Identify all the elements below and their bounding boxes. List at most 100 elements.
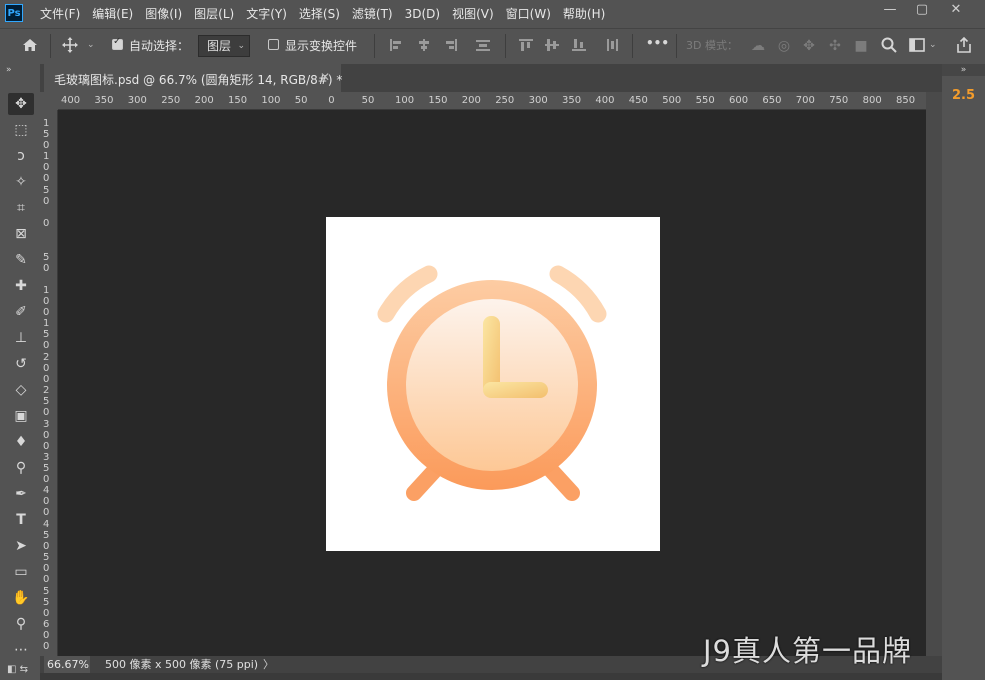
horizontal-scrollbar[interactable] — [40, 673, 942, 680]
pen-tool-icon[interactable]: ✒ — [8, 483, 34, 505]
ruler-top-label: 450 — [628, 95, 648, 106]
distribute-vertical-icon[interactable] — [476, 39, 490, 51]
ruler-top-label: 700 — [795, 95, 815, 106]
maximize-button[interactable]: ▢ — [906, 0, 938, 22]
menu-type[interactable]: 文字(Y) — [240, 0, 293, 28]
ruler-top-label: 500 — [662, 95, 682, 106]
menu-image[interactable]: 图像(I) — [139, 0, 188, 28]
ruler-top-label: 200 — [461, 95, 481, 106]
zoom-level-field[interactable]: 66.67% — [44, 656, 90, 673]
auto-select-target-select[interactable]: 图层 ⌄ — [198, 35, 250, 57]
menu-3d[interactable]: 3D(D) — [399, 0, 446, 28]
menu-select[interactable]: 选择(S) — [293, 0, 346, 28]
align-right-icon[interactable] — [443, 39, 457, 51]
show-transform-label: 显示变换控件 — [285, 39, 358, 53]
close-window-button[interactable]: ✕ — [940, 0, 972, 22]
right-bell — [549, 265, 607, 323]
horizontal-ruler: 400 350 300 250 200 150 100 50 0 50 100 150 200 250 30… — [58, 92, 926, 110]
more-options-icon[interactable]: ••• — [646, 36, 669, 50]
ruler-left-label: 50 — [43, 184, 50, 207]
photoshop-logo-icon: Ps — [5, 4, 23, 22]
stamp-tool-icon[interactable]: ⊥ — [8, 327, 34, 349]
divider — [632, 34, 633, 58]
align-center-vertical-icon[interactable] — [545, 39, 559, 51]
menu-file[interactable]: 文件(F) — [34, 0, 86, 28]
eraser-tool-icon[interactable]: ◇ — [8, 379, 34, 401]
status-menu-arrow-icon[interactable]: 〉 — [263, 656, 274, 673]
ruler-top-label: 400 — [595, 95, 615, 106]
divider — [505, 34, 506, 58]
hand-tool-icon[interactable]: ✋ — [8, 587, 34, 609]
menu-edit[interactable]: 编辑(E) — [86, 0, 139, 28]
healing-brush-tool-icon[interactable]: ✚ — [8, 275, 34, 297]
document-canvas[interactable] — [326, 217, 660, 551]
frame-tool-icon[interactable]: ⊠ — [8, 223, 34, 245]
align-top-icon[interactable] — [519, 39, 533, 51]
menu-items: 文件(F) 编辑(E) 图像(I) 图层(L) 文字(Y) 选择(S) 滤镜(T… — [34, 0, 611, 28]
ruler-corner — [40, 92, 58, 110]
ruler-left-label: 0 — [43, 218, 50, 230]
ruler-left-label: 600 — [43, 619, 50, 652]
dodge-tool-icon[interactable]: ⚲ — [8, 457, 34, 479]
document-tab-title: 毛玻璃图标.psd @ 66.7% (圆角矩形 14, RGB/8#) * — [54, 73, 343, 87]
move-tool-preset-icon[interactable] — [60, 36, 80, 56]
menu-help[interactable]: 帮助(H) — [557, 0, 611, 28]
chevron-down-icon[interactable]: ⌄ — [929, 40, 937, 50]
history-brush-tool-icon[interactable]: ↺ — [8, 353, 34, 375]
align-left-icon[interactable] — [390, 39, 404, 51]
auto-select-checkbox[interactable] — [112, 36, 123, 50]
menu-window[interactable]: 窗口(W) — [500, 0, 557, 28]
gradient-tool-icon[interactable]: ▣ — [8, 405, 34, 427]
ruler-top-label: 300 — [528, 95, 548, 106]
ruler-top-label: 600 — [729, 95, 749, 106]
blur-tool-icon[interactable]: ♦ — [8, 431, 34, 453]
swap-colors-icon[interactable]: ◧ ⇆ — [7, 664, 28, 675]
ruler-left-label: 400 — [43, 485, 50, 519]
alarm-clock-icon — [377, 265, 607, 501]
show-transform-checkbox[interactable] — [268, 39, 279, 50]
close-tab-icon[interactable]: ✕ — [320, 70, 330, 84]
rectangle-tool-icon[interactable]: ▭ — [8, 561, 34, 583]
ruler-top-label: 50 — [361, 95, 375, 106]
panel-value-badge[interactable]: 2.5 — [942, 88, 985, 103]
minimize-button[interactable]: — — [874, 0, 906, 22]
brush-tool-icon[interactable]: ✐ — [8, 301, 34, 323]
zoom-tool-icon[interactable]: ⚲ — [8, 613, 34, 635]
align-center-horizontal-icon[interactable] — [417, 39, 431, 51]
document-tab[interactable]: 毛玻璃图标.psd @ 66.7% (圆角矩形 14, RGB/8#) * ✕ — [44, 64, 343, 92]
ruler-top-label: 100 — [395, 95, 415, 106]
vertical-scrollbar[interactable] — [926, 92, 942, 656]
ruler-left-label: 150 — [43, 318, 50, 352]
ruler-top-label: 100 — [261, 95, 281, 106]
eyedropper-tool-icon[interactable]: ✎ — [8, 249, 34, 271]
move-tool-icon[interactable]: ✥ — [8, 93, 34, 115]
document-info: 500 像素 x 500 像素 (75 ppi) — [105, 658, 259, 671]
share-icon[interactable] — [954, 36, 974, 56]
path-select-tool-icon[interactable]: ➤ — [8, 535, 34, 557]
align-bottom-icon[interactable] — [572, 39, 586, 51]
lasso-tool-icon[interactable]: ↄ — [8, 145, 34, 167]
magic-wand-tool-icon[interactable]: ✧ — [8, 171, 34, 193]
type-tool-icon[interactable]: T — [8, 509, 34, 531]
collapse-toolbar-icon[interactable]: » — [6, 65, 12, 75]
auto-select-target-value: 图层 — [207, 39, 232, 53]
menu-view[interactable]: 视图(V) — [446, 0, 500, 28]
ruler-left-label: 300 — [43, 418, 50, 452]
distribute-horizontal-icon[interactable] — [606, 39, 620, 51]
expand-panels-icon[interactable]: » — [942, 64, 985, 76]
3d-mode-label: 3D 模式： — [686, 39, 738, 52]
search-icon[interactable] — [879, 36, 899, 56]
chevron-down-icon[interactable]: ⌄ — [87, 40, 95, 50]
marquee-tool-icon[interactable]: ⬚ — [8, 119, 34, 141]
menu-layer[interactable]: 图层(L) — [188, 0, 240, 28]
home-icon[interactable] — [20, 36, 40, 56]
menu-filter[interactable]: 滤镜(T) — [346, 0, 399, 28]
more-tools-icon[interactable]: ⋯ — [8, 639, 34, 661]
divider — [676, 34, 677, 58]
ruler-top-label: 50 — [294, 95, 308, 106]
3d-roll-icon: ◎ — [777, 38, 791, 54]
ruler-left-label: 250 — [43, 385, 50, 419]
workspace-icon[interactable] — [907, 36, 927, 56]
crop-tool-icon[interactable]: ⌗ — [8, 197, 34, 219]
ruler-top-label: 350 — [94, 95, 114, 106]
